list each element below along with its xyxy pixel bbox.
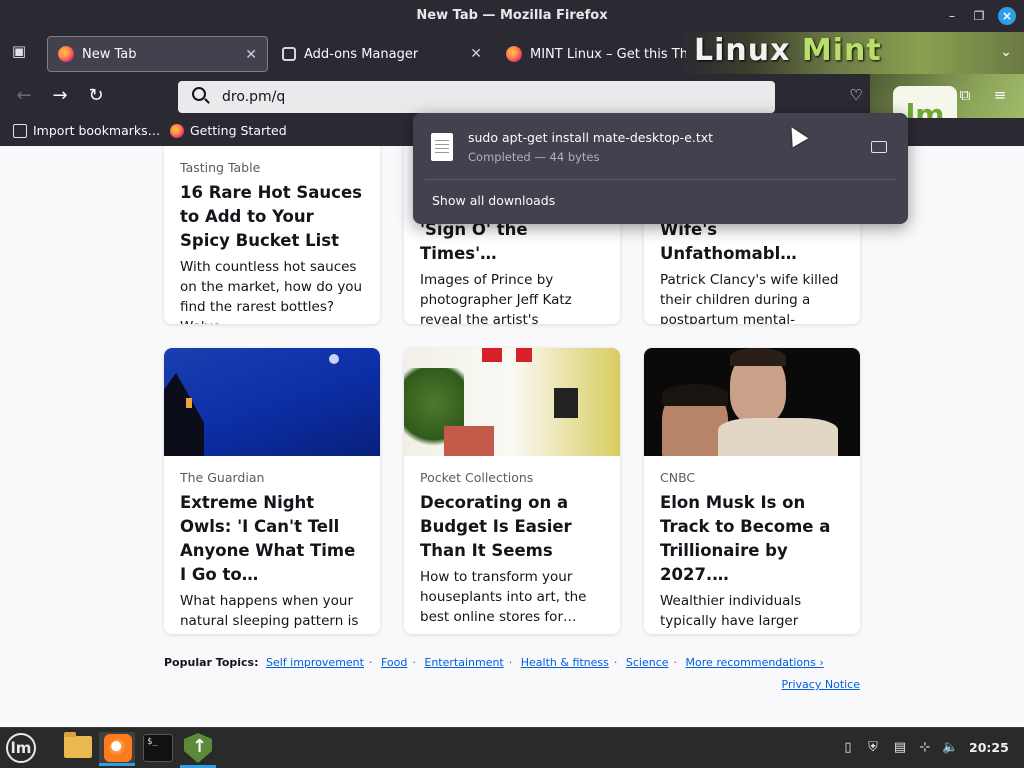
topic-link[interactable]: Science [626, 656, 669, 669]
navigation-toolbar: ← → ↻ ♡ lm ⧉ ≡ [0, 74, 1024, 146]
download-status: Completed — 44 bytes [468, 150, 600, 164]
volume-icon[interactable]: 🔈 [942, 740, 958, 756]
firefox-icon [58, 46, 74, 62]
minimize-icon[interactable]: – [943, 7, 961, 25]
tab-bar: Linux Mint ▣ New Tab ✕ Add-ons Manager ✕… [0, 32, 1024, 74]
tab-label: MINT Linux – Get this Theme [530, 46, 686, 62]
menu-icon[interactable]: ≡ [990, 86, 1010, 106]
forward-arrow-icon[interactable]: → [49, 86, 71, 108]
taskbar: lm $_ ▯ ⛨ ▤ ⊹ 🔈 20:25 [0, 727, 1024, 768]
bookmark-getting-started[interactable]: Getting Started [170, 123, 287, 138]
story-description: How to transform your houseplants into a… [420, 569, 587, 625]
topic-link[interactable]: Food [381, 656, 407, 669]
extensions-icon[interactable]: ⧉ [955, 86, 975, 106]
topic-link[interactable]: Entertainment [424, 656, 503, 669]
story-description: Images of Prince by photographer Jeff Ka… [420, 272, 572, 324]
story-description: With countless hot sauces on the market,… [180, 259, 363, 324]
close-tab-icon[interactable]: ✕ [245, 47, 257, 63]
story-headline: Extreme Night Owls: 'I Can't Tell Anyone… [180, 493, 356, 584]
terminal-icon[interactable]: $_ [143, 734, 173, 762]
story-description: What happens when your natural sleeping … [180, 593, 359, 634]
shield-icon[interactable]: ⛨ [865, 740, 881, 756]
story-image [644, 348, 860, 456]
folder-icon[interactable] [871, 141, 887, 153]
story-headline: Elon Musk Is on Track to Become a Trilli… [660, 493, 831, 584]
search-icon [192, 87, 206, 101]
story-description: Wealthier individuals typically have lar… [660, 593, 832, 634]
title-bar: New Tab — Mozilla Firefox – ❐ × [0, 0, 1024, 32]
tab-label: Add-ons Manager [304, 46, 419, 62]
window-title: New Tab — Mozilla Firefox [416, 8, 608, 23]
theme-brand-suffix: Mint [801, 33, 882, 68]
text-file-icon [431, 133, 453, 161]
story-source: Tasting Table [180, 160, 261, 175]
back-arrow-icon[interactable]: ← [13, 86, 35, 108]
bookmark-import[interactable]: Import bookmarks… [13, 123, 160, 138]
close-window-button[interactable]: × [998, 7, 1016, 25]
files-folder-icon[interactable] [64, 732, 92, 758]
firefox-icon [506, 46, 522, 62]
show-all-downloads-button[interactable]: Show all downloads [432, 193, 555, 208]
pocket-icon[interactable]: ♡ [846, 86, 866, 106]
firefox-icon [170, 123, 184, 138]
popular-topics: Popular Topics: Self improvement · Food · … [164, 656, 824, 669]
tab-list-icon[interactable]: ▣ [8, 42, 30, 64]
story-source: The Guardian [180, 470, 265, 485]
url-input[interactable] [222, 86, 742, 108]
close-tab-icon[interactable]: ✕ [470, 46, 482, 62]
story-image [164, 348, 380, 456]
network-icon[interactable]: ⊹ [917, 740, 933, 756]
privacy-notice-link[interactable]: Privacy Notice [782, 678, 860, 691]
firefox-icon[interactable] [104, 734, 132, 762]
import-icon [13, 123, 27, 138]
story-headline: Decorating on a Budget Is Easier Than It… [420, 493, 572, 560]
bookmark-label: Getting Started [190, 123, 287, 138]
story-headline: 16 Rare Hot Sauces to Add to Your Spicy … [180, 183, 362, 250]
reload-icon[interactable]: ↻ [85, 86, 107, 108]
story-headline: 'Sign O' the Times'… [420, 220, 528, 263]
mint-menu-icon[interactable]: lm [6, 733, 36, 763]
story-source: Pocket Collections [420, 470, 534, 485]
topic-link[interactable]: Health & fitness [521, 656, 609, 669]
url-bar[interactable] [178, 81, 775, 113]
download-filename[interactable]: sudo apt-get install mate-desktop-e.txt [468, 130, 713, 145]
clock[interactable]: 20:25 [969, 740, 1009, 755]
story-headline: Wife's Unfathomabl… [660, 220, 797, 263]
downloads-panel: sudo apt-get install mate-desktop-e.txt … [413, 113, 908, 224]
maximize-icon[interactable]: ❐ [970, 7, 988, 25]
tab-addons-manager[interactable]: Add-ons Manager ✕ [272, 36, 492, 72]
topic-link[interactable]: Self improvement [266, 656, 364, 669]
tab-mint-theme[interactable]: MINT Linux – Get this Theme [496, 36, 696, 72]
more-recommendations-link[interactable]: More recommendations › [686, 656, 824, 669]
tab-label: New Tab [82, 46, 137, 62]
tab-new-tab[interactable]: New Tab ✕ [47, 36, 268, 72]
popular-topics-label: Popular Topics: [164, 656, 259, 669]
story-image [404, 348, 620, 456]
story-description: Patrick Clancy's wife killed their child… [660, 272, 839, 324]
story-source: CNBC [660, 470, 696, 485]
bookmark-label: Import bookmarks… [33, 123, 161, 138]
theme-banner: Linux Mint [680, 32, 1024, 74]
update-manager-icon[interactable] [184, 733, 212, 763]
story-card[interactable]: Pocket Collections Decorating on a Budge… [404, 348, 620, 634]
theme-brand: Linux Mint [694, 33, 882, 68]
clipboard-icon[interactable]: ▯ [840, 740, 856, 756]
divider [425, 179, 896, 180]
theme-brand-prefix: Linux [694, 33, 791, 68]
notes-icon[interactable]: ▤ [892, 740, 908, 756]
puzzle-icon [282, 47, 296, 61]
chevron-down-icon[interactable]: ⌄ [1000, 44, 1012, 60]
story-card[interactable]: Tasting Table 16 Rare Hot Sauces to Add … [164, 146, 380, 324]
story-card[interactable]: CNBC Elon Musk Is on Track to Become a T… [644, 348, 860, 634]
story-card[interactable]: The Guardian Extreme Night Owls: 'I Can'… [164, 348, 380, 634]
new-tab-content: Tasting Table 16 Rare Hot Sauces to Add … [0, 146, 1024, 727]
